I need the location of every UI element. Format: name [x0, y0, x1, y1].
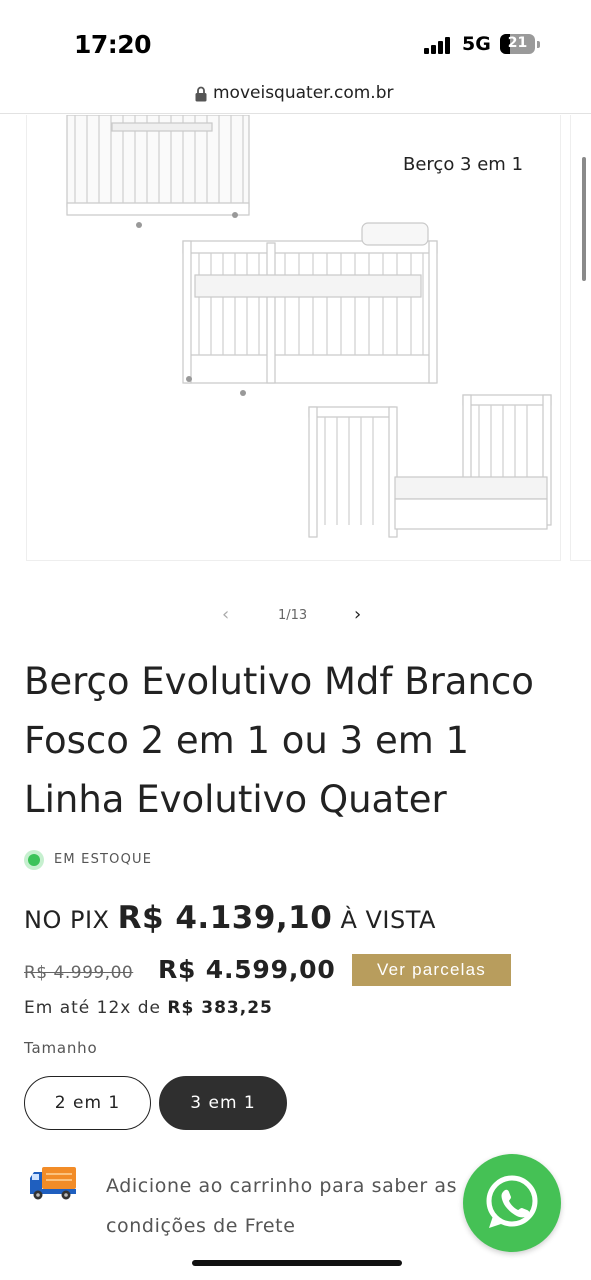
url-text: moveisquater.com.br	[213, 83, 394, 103]
stock-text: EM ESTOQUE	[54, 852, 153, 867]
pix-suffix: À VISTA	[340, 906, 436, 934]
crib-illustration	[66, 114, 552, 538]
current-price: R$ 4.599,00	[158, 955, 336, 984]
size-option-3-em-1[interactable]: 3 em 1	[159, 1076, 287, 1130]
slide-counter: 1/13	[278, 608, 308, 623]
product-gallery[interactable]: Berço 3 em 1	[0, 114, 591, 575]
pix-price: R$ 4.139,10	[117, 900, 333, 936]
chevron-left-icon[interactable]: ‹	[222, 604, 229, 625]
installments-prefix: Em até 12x de	[24, 998, 161, 1018]
battery-level: 21	[507, 35, 528, 51]
product-title: Berço Evolutivo Mdf Branco Fosco 2 em 1 …	[24, 660, 534, 821]
battery-icon: 21	[500, 34, 540, 54]
signal-icon	[424, 36, 452, 54]
truck-icon	[30, 1167, 76, 1200]
whatsapp-icon	[486, 1175, 538, 1228]
scrollbar[interactable]	[582, 157, 586, 281]
installments-value: R$ 383,25	[167, 998, 273, 1018]
pix-price-line: NO PIX R$ 4.139,10 À VISTA	[24, 900, 436, 936]
in-stock-indicator-icon	[24, 850, 44, 870]
home-indicator[interactable]	[192, 1260, 402, 1266]
old-price: R$ 4.999,00	[24, 963, 134, 983]
shipping-info: Adicione ao carrinho para saber as condi…	[106, 1175, 458, 1237]
status-time: 17:20	[74, 30, 152, 59]
status-bar: 17:20 5G 21	[0, 0, 591, 80]
size-option-2-em-1[interactable]: 2 em 1	[24, 1076, 151, 1130]
address-bar[interactable]: moveisquater.com.br	[0, 78, 591, 114]
gallery-pager: ‹ 1/13 ›	[0, 600, 591, 630]
installments-info: Em até 12x de R$ 383,25	[24, 998, 273, 1018]
whatsapp-button[interactable]	[463, 1154, 561, 1252]
image-caption: Berço 3 em 1	[403, 154, 524, 175]
product-image[interactable]: Berço 3 em 1	[26, 114, 561, 561]
next-slide-preview[interactable]	[570, 115, 591, 561]
lock-icon	[195, 86, 207, 102]
size-label: Tamanho	[24, 1039, 98, 1057]
network-type: 5G	[462, 33, 491, 55]
chevron-right-icon[interactable]: ›	[354, 604, 361, 625]
pix-prefix: NO PIX	[24, 906, 110, 934]
view-installments-button[interactable]: Ver parcelas	[352, 954, 511, 986]
